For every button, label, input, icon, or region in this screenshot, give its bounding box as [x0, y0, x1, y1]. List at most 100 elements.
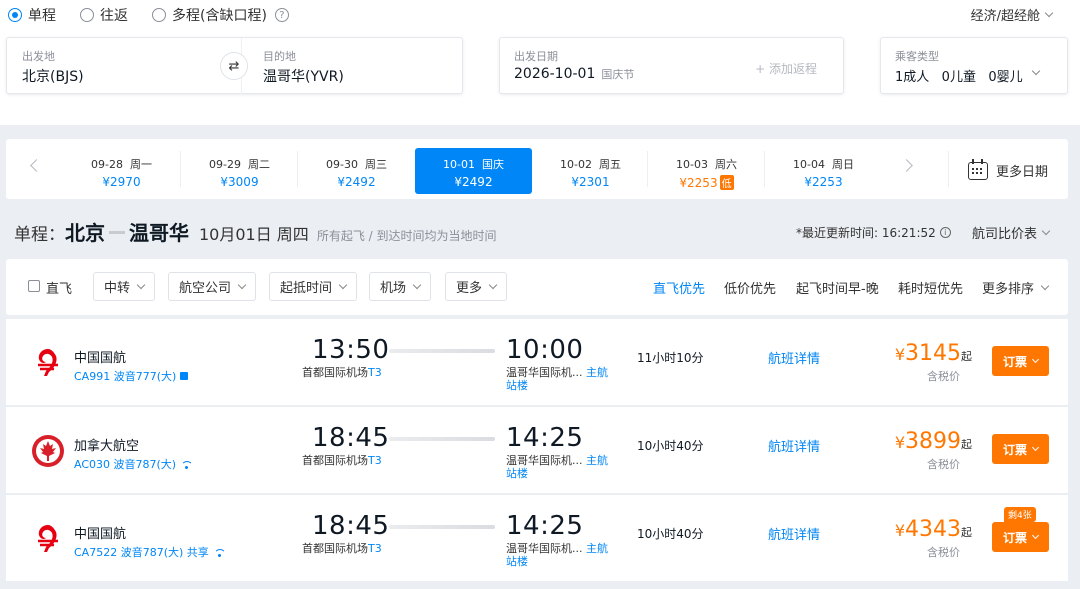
- trip-type-multicity[interactable]: 多程(含缺口程): [152, 5, 267, 25]
- date-input[interactable]: 2026-10-01 国庆节: [514, 66, 634, 82]
- radio-icon[interactable]: [80, 8, 94, 22]
- from-label: 出发地: [22, 50, 55, 63]
- flight-number[interactable]: CA7522 波音787(大) 共享: [74, 544, 226, 560]
- luggage-icon: [180, 372, 189, 380]
- trip-type-roundtrip[interactable]: 往返: [80, 5, 128, 25]
- date-input-box[interactable]: 出发日期 2026-10-01 国庆节 + 添加返程: [499, 37, 844, 94]
- date-option-price: ¥2492: [298, 175, 415, 189]
- chevron-right-icon[interactable]: [900, 159, 913, 172]
- info-icon[interactable]: i: [939, 227, 951, 238]
- date-option[interactable]: 09-30 周三 ¥2492: [298, 148, 415, 194]
- price-from-label: 起: [961, 438, 972, 451]
- arrival-time: 14:25: [506, 511, 584, 541]
- airport-name: 温哥华国际机...: [506, 542, 583, 555]
- filter-more[interactable]: 更多: [445, 272, 508, 301]
- price-value: 3145: [905, 341, 961, 366]
- chevron-left-icon[interactable]: [30, 159, 43, 172]
- price-text: ¥2970: [102, 175, 141, 189]
- airline-compare-button[interactable]: 航司比价表: [972, 223, 1051, 242]
- airline-name: 中国国航: [74, 527, 127, 542]
- date-option[interactable]: 10-01 国庆 ¥2492: [415, 148, 532, 194]
- origin-city: 北京: [65, 221, 105, 245]
- date-option[interactable]: 09-28 周一 ¥2970: [63, 148, 180, 194]
- flight-row[interactable]: 中国国航 CA991 波音777(大) 13:50 首都国际机场T3 10:00 温哥华国…: [6, 319, 1068, 405]
- chevron-down-icon: [1031, 443, 1040, 452]
- help-icon[interactable]: ?: [274, 8, 289, 22]
- sort-low-price[interactable]: 低价优先: [724, 278, 776, 297]
- flight-row[interactable]: 中国国航 CA7522 波音787(大) 共享 18:45 首都国际机场T3 14:25…: [6, 495, 1068, 581]
- trip-type-oneway[interactable]: 单程: [8, 5, 56, 25]
- chevron-down-icon: [412, 280, 422, 290]
- book-button[interactable]: 订票: [992, 434, 1049, 464]
- book-button[interactable]: 订票: [992, 522, 1049, 552]
- flight-duration: 10小时40分: [637, 439, 704, 453]
- calendar-icon: [968, 158, 988, 180]
- chevron-down-icon: [237, 280, 247, 290]
- divider: [180, 151, 181, 187]
- arrival-time: 10:00: [506, 335, 584, 365]
- direct-label[interactable]: 直飞: [46, 278, 72, 297]
- flight-detail-link[interactable]: 航班详情: [768, 436, 820, 455]
- add-return-button[interactable]: + 添加返程: [755, 60, 817, 77]
- route-line: [389, 349, 495, 353]
- book-label: 订票: [1002, 530, 1027, 545]
- trip-type-title: 单程：: [14, 225, 65, 245]
- chevron-down-icon: [136, 280, 146, 290]
- trip-type-label: 往返: [100, 8, 128, 24]
- sort-duration[interactable]: 耗时短优先: [898, 278, 963, 297]
- date-option-label: 09-29 周二: [209, 158, 270, 171]
- flight-number-text: CA7522 波音787(大) 共享: [74, 546, 209, 559]
- filter-time[interactable]: 起抵时间: [269, 272, 358, 301]
- wifi-icon: [213, 548, 226, 557]
- date-option[interactable]: 10-03 周六 ¥2253 低: [648, 148, 765, 194]
- flight-row[interactable]: 加拿大航空 AC030 波音787(大) 18:45 首都国际机场T3 14:25 温哥华…: [6, 407, 1068, 493]
- divider: [297, 151, 298, 187]
- sort-more[interactable]: 更多排序: [982, 278, 1050, 297]
- price-value: 4343: [905, 517, 961, 542]
- filter-label: 起抵时间: [280, 281, 333, 296]
- price-from-label: 起: [961, 350, 972, 363]
- book-button[interactable]: 订票: [992, 346, 1049, 376]
- date-option-price: ¥2301: [532, 175, 649, 189]
- airline-name: 加拿大航空: [74, 439, 140, 454]
- filter-airport[interactable]: 机场: [369, 272, 432, 301]
- arrival-airport: 温哥华国际机... 主航站楼: [506, 366, 616, 392]
- direct-checkbox[interactable]: [28, 280, 40, 292]
- price-text: ¥2492: [337, 175, 376, 189]
- more-dates-button[interactable]: 更多日期: [968, 158, 1049, 180]
- date-option[interactable]: 09-29 周二 ¥3009: [181, 148, 298, 194]
- date-option[interactable]: 10-04 周日 ¥2253: [765, 148, 882, 194]
- divider: [948, 151, 949, 187]
- flight-number[interactable]: AC030 波音787(大): [74, 456, 194, 472]
- to-input[interactable]: 温哥华(YVR): [263, 66, 344, 86]
- terminal: T3: [368, 366, 382, 379]
- radio-selected-icon[interactable]: [8, 8, 22, 22]
- date-price-strip: 09-28 周一 ¥2970 09-29 周二 ¥3009 09-30 周三 ¥2492 1…: [6, 139, 1068, 199]
- seats-left-badge: 剩4张: [1004, 507, 1036, 522]
- cabin-select[interactable]: 经济/超经舱: [971, 5, 1054, 24]
- radio-icon[interactable]: [152, 8, 166, 22]
- flight-duration: 10小时40分: [637, 527, 704, 541]
- date-option[interactable]: 10-02 周五 ¥2301: [532, 148, 649, 194]
- price-text: ¥2253: [679, 176, 718, 190]
- tax-included-label: 含税价: [927, 546, 960, 559]
- swap-icon[interactable]: ⇄: [220, 52, 248, 80]
- terminal: T3: [368, 542, 382, 555]
- flight-number[interactable]: CA991 波音777(大): [74, 368, 189, 384]
- chevron-down-icon: [1031, 66, 1041, 76]
- tax-included-label: 含税价: [927, 458, 960, 471]
- filter-airline[interactable]: 航空公司: [168, 272, 257, 301]
- from-input[interactable]: 北京(BJS): [22, 66, 84, 86]
- passenger-select[interactable]: 乘客类型 1成人 0儿童 0婴儿: [880, 37, 1068, 94]
- more-dates-label: 更多日期: [996, 165, 1049, 180]
- arrival-time: 14:25: [506, 423, 584, 453]
- sort-depart-time[interactable]: 起飞时间早-晚: [796, 278, 879, 297]
- currency-symbol: ¥: [894, 433, 905, 452]
- sort-direct-first[interactable]: 直飞优先: [653, 278, 705, 297]
- filter-transfer[interactable]: 中转: [93, 272, 156, 301]
- flight-detail-link[interactable]: 航班详情: [768, 348, 820, 367]
- currency-symbol: ¥: [894, 521, 905, 540]
- flight-detail-link[interactable]: 航班详情: [768, 524, 820, 543]
- search-panel: 单程 往返 多程(含缺口程) ? 经济/超经舱 出发地 北京(BJS) 目的地 …: [0, 0, 1080, 125]
- date-option-label: 10-03 周六: [676, 158, 737, 171]
